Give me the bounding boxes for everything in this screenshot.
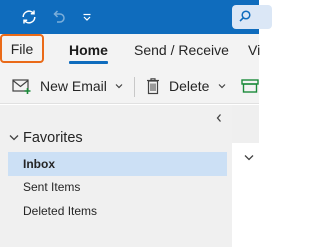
favorites-header[interactable]: Favorites [9, 128, 83, 148]
tab-view[interactable]: Vi [248, 42, 260, 58]
ribbon-toolbar: New Email Delete [0, 68, 259, 104]
delete-button[interactable]: Delete [146, 68, 226, 104]
chevron-down-icon[interactable] [218, 83, 226, 89]
folder-item-inbox[interactable]: Inbox [8, 152, 227, 176]
chevron-down-icon[interactable] [115, 83, 123, 89]
chevron-down-icon [9, 134, 19, 142]
toolbar-divider [134, 77, 135, 97]
favorites-label: Favorites [23, 130, 83, 146]
folder-pane: Favorites Inbox Sent Items Deleted Items [0, 105, 232, 247]
tab-send-receive[interactable]: Send / Receive [134, 42, 229, 58]
new-email-icon [12, 77, 32, 95]
folder-label: Sent Items [23, 180, 81, 194]
chevron-down-icon[interactable] [243, 152, 255, 164]
folder-label: Deleted Items [23, 204, 98, 218]
customize-qat-icon[interactable] [80, 0, 94, 34]
search-icon [238, 9, 252, 28]
tab-file-label: File [10, 40, 34, 57]
delete-label: Delete [169, 78, 210, 94]
folder-label: Inbox [23, 157, 55, 171]
active-tab-indicator [69, 61, 108, 64]
tab-home[interactable]: Home [69, 42, 108, 58]
archive-icon [241, 78, 259, 94]
message-list-header [232, 105, 259, 143]
folder-item-deleted-items[interactable]: Deleted Items [8, 199, 227, 223]
undo-icon[interactable] [48, 0, 70, 34]
folder-item-sent-items[interactable]: Sent Items [8, 175, 227, 199]
title-bar [0, 0, 272, 34]
new-email-label: New Email [40, 78, 107, 94]
collapse-pane-icon[interactable] [213, 112, 225, 124]
sync-icon[interactable] [18, 0, 40, 34]
archive-button[interactable] [241, 68, 259, 104]
new-email-button[interactable]: New Email [12, 68, 123, 104]
delete-icon [146, 77, 160, 95]
tab-file[interactable]: File [0, 34, 44, 63]
search-box[interactable] [232, 5, 272, 29]
ribbon-tabs: File Home Send / Receive Vi [0, 34, 260, 68]
